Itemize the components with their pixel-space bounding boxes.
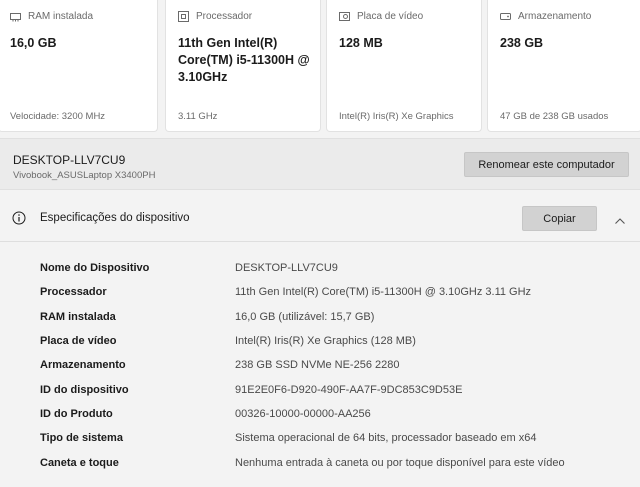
card-storage: Armazenamento 238 GB 47 GB de 238 GB usa… bbox=[487, 0, 640, 132]
spec-value: 00326-10000-00000-AA256 bbox=[235, 408, 371, 420]
spec-key: Armazenamento bbox=[40, 359, 126, 371]
spec-row-pen-touch: Caneta e toque Nenhuma entrada à caneta … bbox=[0, 453, 640, 475]
card-label: Processador bbox=[196, 11, 253, 22]
spec-value: 16,0 GB (utilizável: 15,7 GB) bbox=[235, 311, 375, 323]
spec-row-system-type: Tipo de sistema Sistema operacional de 6… bbox=[0, 428, 640, 450]
spec-row-device-id: ID do dispositivo 91E2E0F6-D920-490F-AA7… bbox=[0, 380, 640, 402]
device-name-bar: DESKTOP-LLV7CU9 Vivobook_ASUSLaptop X340… bbox=[0, 138, 640, 190]
specs-title: Especificações do dispositivo bbox=[40, 212, 190, 224]
spec-value: Nenhuma entrada à caneta ou por toque di… bbox=[235, 457, 565, 469]
spec-key: ID do dispositivo bbox=[40, 384, 129, 396]
card-ram: RAM instalada 16,0 GB Velocidade: 3200 M… bbox=[0, 0, 158, 132]
card-value: 238 GB bbox=[500, 36, 544, 50]
memory-icon bbox=[10, 11, 21, 22]
spec-key: RAM instalada bbox=[40, 311, 116, 323]
spec-key: Processador bbox=[40, 286, 107, 298]
hardware-summary-cards: RAM instalada 16,0 GB Velocidade: 3200 M… bbox=[0, 0, 640, 132]
card-value: 128 MB bbox=[339, 36, 383, 50]
graphics-card-icon bbox=[339, 11, 350, 22]
device-specifications-section: Especificações do dispositivo Copiar Nom… bbox=[0, 195, 640, 487]
storage-icon bbox=[500, 11, 511, 22]
processor-icon bbox=[178, 11, 189, 22]
card-footer: Intel(R) Iris(R) Xe Graphics bbox=[339, 111, 454, 122]
spec-key: Caneta e toque bbox=[40, 457, 119, 469]
rename-computer-button[interactable]: Renomear este computador bbox=[464, 152, 629, 177]
spec-key: Placa de vídeo bbox=[40, 335, 117, 347]
card-footer: 3.11 GHz bbox=[178, 111, 218, 122]
card-footer: 47 GB de 238 GB usados bbox=[500, 111, 609, 122]
spec-value: DESKTOP-LLV7CU9 bbox=[235, 262, 338, 274]
specs-header[interactable]: Especificações do dispositivo Copiar bbox=[0, 195, 640, 242]
card-label: Armazenamento bbox=[518, 11, 592, 22]
card-label: Placa de vídeo bbox=[357, 11, 424, 22]
info-icon bbox=[12, 211, 26, 225]
card-label: RAM instalada bbox=[28, 11, 94, 22]
spec-row-graphics: Placa de vídeo Intel(R) Iris(R) Xe Graph… bbox=[0, 331, 640, 353]
copy-button[interactable]: Copiar bbox=[522, 206, 597, 231]
spec-row-ram: RAM instalada 16,0 GB (utilizável: 15,7 … bbox=[0, 307, 640, 329]
card-footer: Velocidade: 3200 MHz bbox=[10, 111, 106, 122]
spec-key: Nome do Dispositivo bbox=[40, 262, 150, 274]
card-processor: Processador 11th Gen Intel(R) Core(TM) i… bbox=[165, 0, 321, 132]
spec-value: 91E2E0F6-D920-490F-AA7F-9DC853C9D53E bbox=[235, 384, 463, 396]
spec-value: Sistema operacional de 64 bits, processa… bbox=[235, 432, 537, 444]
card-graphics: Placa de vídeo 128 MB Intel(R) Iris(R) X… bbox=[326, 0, 482, 132]
spec-value: 11th Gen Intel(R) Core(TM) i5-11300H @ 3… bbox=[235, 286, 532, 298]
spec-key: ID do Produto bbox=[40, 408, 113, 420]
card-value: 16,0 GB bbox=[10, 36, 57, 50]
spec-row-storage: Armazenamento 238 GB SSD NVMe NE-256 228… bbox=[0, 355, 640, 377]
device-name: DESKTOP-LLV7CU9 bbox=[13, 153, 126, 167]
spec-value: 238 GB SSD NVMe NE-256 2280 bbox=[235, 359, 400, 371]
spec-row-device-name: Nome do Dispositivo DESKTOP-LLV7CU9 bbox=[0, 258, 640, 280]
device-model: Vivobook_ASUSLaptop X3400PH bbox=[13, 170, 156, 181]
card-value: 11th Gen Intel(R) Core(TM) i5-11300H @ 3… bbox=[178, 36, 310, 84]
chevron-up-icon[interactable] bbox=[614, 213, 626, 224]
spec-key: Tipo de sistema bbox=[40, 432, 123, 444]
spec-row-processor: Processador 11th Gen Intel(R) Core(TM) i… bbox=[0, 282, 640, 304]
spec-value: Intel(R) Iris(R) Xe Graphics (128 MB) bbox=[235, 335, 416, 347]
spec-row-product-id: ID do Produto 00326-10000-00000-AA256 bbox=[0, 404, 640, 426]
